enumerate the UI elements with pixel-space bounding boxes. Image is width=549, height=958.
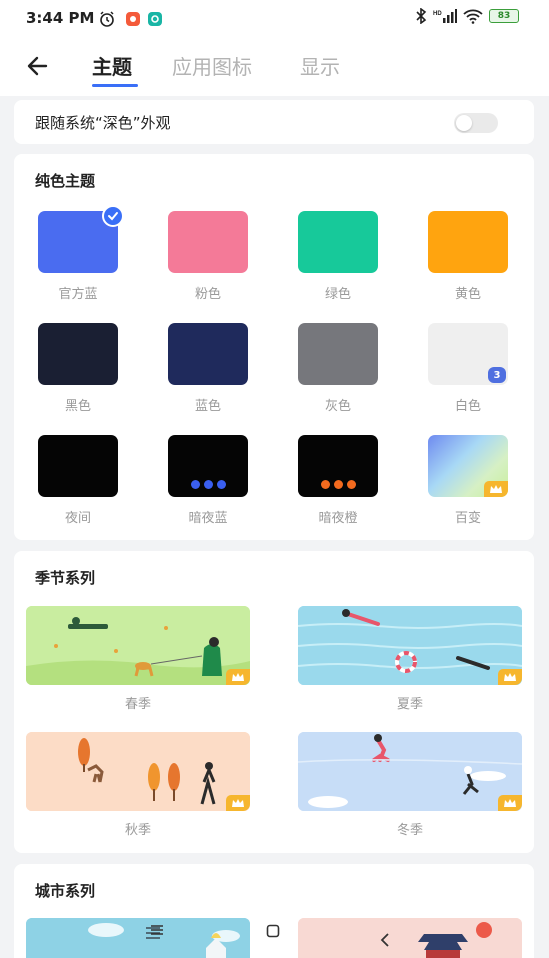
- theme-swatch-black[interactable]: [38, 323, 118, 385]
- battery-indicator: 83: [489, 9, 519, 23]
- theme-swatch-night[interactable]: [38, 435, 118, 497]
- season-label: 春季: [124, 697, 151, 712]
- status-right: HD 83: [415, 8, 519, 24]
- solid-theme-section: 纯色主题 官方蓝 粉色 绿色 黄色 黑色 蓝色 灰色 3 白色 夜间 暗夜蓝 暗…: [14, 154, 534, 540]
- theme-label: 粉色: [194, 287, 221, 302]
- theme-label: 绿色: [324, 287, 351, 302]
- wifi-icon: [463, 9, 483, 24]
- selected-check-icon: [102, 205, 124, 227]
- toggle-knob: [456, 115, 472, 131]
- theme-swatch-pink[interactable]: [168, 211, 248, 273]
- theme-swatch-gradient[interactable]: [428, 435, 508, 497]
- variant-count-badge: 3: [488, 367, 506, 383]
- theme-label: 百变: [454, 511, 481, 526]
- theme-label: 暗夜橙: [318, 511, 358, 526]
- section-title-solid: 纯色主题: [35, 172, 96, 190]
- theme-label: 暗夜蓝: [188, 511, 228, 526]
- city-section: 城市系列: [14, 864, 534, 958]
- theme-label: 黄色: [454, 287, 481, 302]
- follow-system-dark-toggle[interactable]: [454, 113, 498, 133]
- season-thumb-spring[interactable]: [26, 606, 250, 685]
- theme-swatch-white[interactable]: 3: [428, 323, 508, 385]
- spring-illustration: [26, 606, 250, 685]
- premium-crown-icon: [498, 669, 522, 685]
- season-section: 季节系列 春季 夏季 秋季 冬季: [14, 551, 534, 853]
- theme-swatch-dark-blue[interactable]: [168, 435, 248, 497]
- city-thumb-2[interactable]: [298, 918, 522, 958]
- summer-illustration: [298, 606, 522, 685]
- dark-orange-dots: [298, 480, 378, 489]
- follow-system-dark-label: 跟随系统“深色”外观: [35, 114, 171, 132]
- home-square-icon[interactable]: [266, 924, 280, 938]
- premium-crown-icon: [484, 481, 508, 497]
- notification-app-icon-2: [148, 12, 162, 26]
- theme-label: 黑色: [64, 399, 91, 414]
- city-illustration-2: [298, 918, 522, 958]
- season-label: 冬季: [396, 823, 423, 838]
- theme-label: 夜间: [64, 511, 91, 526]
- theme-swatch-official-blue[interactable]: [38, 205, 124, 273]
- theme-swatch-gray[interactable]: [298, 323, 378, 385]
- tab-display[interactable]: 显示: [300, 51, 340, 80]
- season-thumb-summer[interactable]: [298, 606, 522, 685]
- theme-label: 灰色: [324, 399, 351, 414]
- status-bar: 3:44 PM HD 83: [0, 0, 549, 36]
- section-title-season: 季节系列: [35, 569, 96, 587]
- top-nav: 主题 应用图标 显示: [0, 36, 549, 96]
- premium-crown-icon: [226, 669, 250, 685]
- season-label: 秋季: [124, 823, 151, 838]
- svg-text:HD: HD: [433, 11, 442, 17]
- season-thumb-autumn[interactable]: [26, 732, 250, 811]
- bluetooth-icon: [416, 8, 427, 24]
- theme-label: 官方蓝: [58, 287, 98, 302]
- theme-swatch-yellow[interactable]: [428, 211, 508, 273]
- theme-swatch-green[interactable]: [298, 211, 378, 273]
- season-thumb-winter[interactable]: [298, 732, 522, 811]
- autumn-illustration: [26, 732, 250, 811]
- theme-label: 白色: [454, 399, 481, 414]
- active-tab-indicator: [92, 84, 138, 87]
- season-label: 夏季: [396, 697, 423, 712]
- tab-app-icons[interactable]: 应用图标: [172, 51, 252, 80]
- premium-crown-icon: [226, 795, 250, 811]
- back-arrow-icon[interactable]: [24, 52, 52, 80]
- alarm-icon: [100, 11, 114, 27]
- status-time: 3:44 PM: [26, 9, 95, 27]
- theme-swatch-dark-orange[interactable]: [298, 435, 378, 497]
- city-thumb-1[interactable]: [26, 918, 250, 958]
- follow-system-dark-row[interactable]: 跟随系统“深色”外观: [14, 100, 534, 144]
- dark-blue-dots: [168, 480, 248, 489]
- menu-icon[interactable]: [150, 924, 164, 936]
- winter-illustration: [298, 732, 522, 811]
- tab-theme[interactable]: 主题: [92, 51, 132, 80]
- signal-icon: HD: [433, 9, 457, 23]
- premium-crown-icon: [498, 795, 522, 811]
- city-illustration-1: [26, 918, 250, 958]
- notification-app-icon: [126, 12, 140, 26]
- theme-swatch-blue[interactable]: [168, 323, 248, 385]
- theme-label: 蓝色: [194, 399, 221, 414]
- section-title-city: 城市系列: [35, 882, 96, 900]
